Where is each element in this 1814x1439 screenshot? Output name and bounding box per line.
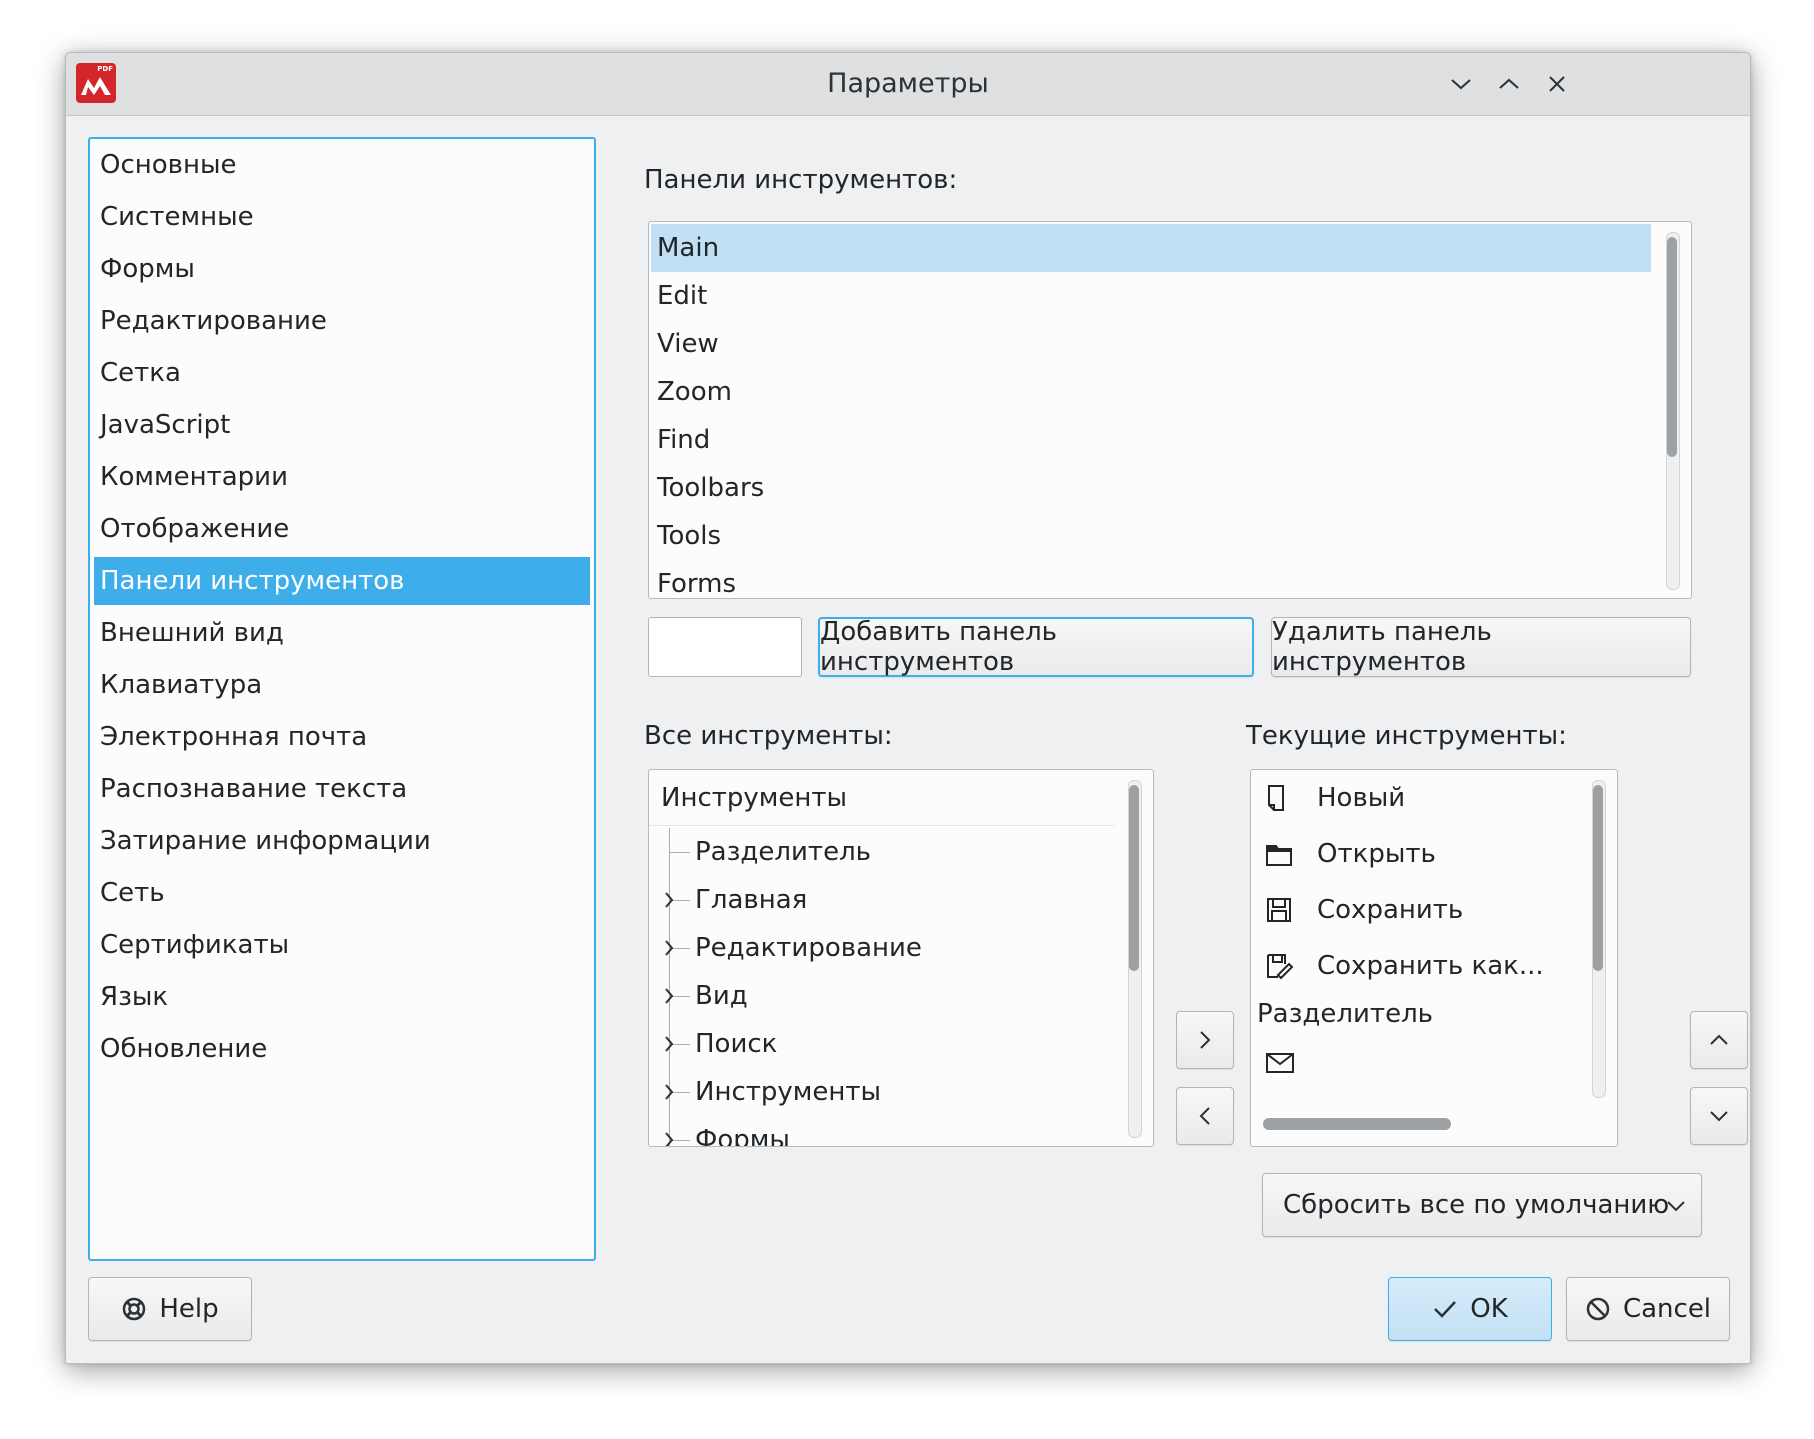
current-tools-list[interactable]: Новый Открыть Сохранить Сохранить как... Раз…: [1250, 769, 1618, 1147]
nav-item[interactable]: Электронная почта: [94, 713, 590, 761]
expand-chevron-icon[interactable]: [663, 1034, 675, 1054]
cancel-button[interactable]: Cancel: [1566, 1277, 1730, 1341]
tree-item[interactable]: Редактирование: [695, 924, 922, 972]
chevron-down-icon: [1667, 1201, 1685, 1212]
close-icon: [1549, 76, 1565, 92]
all-tools-scrollbar[interactable]: [1128, 780, 1142, 1138]
nav-item[interactable]: Комментарии: [94, 453, 590, 501]
new-document-icon: [1265, 784, 1295, 818]
current-tool-item[interactable]: Новый: [1317, 774, 1405, 822]
save-icon: [1265, 896, 1295, 930]
toolbar-list-scroll-thumb[interactable]: [1667, 237, 1677, 457]
checkmark-icon: [1434, 1301, 1457, 1318]
nav-item[interactable]: Сеть: [94, 869, 590, 917]
toolbar-name-input[interactable]: [648, 617, 802, 677]
chevron-right-icon: [1200, 1031, 1211, 1049]
tree-item[interactable]: Вид: [695, 972, 748, 1020]
tree-item[interactable]: Разделитель: [695, 828, 871, 876]
tree-item[interactable]: Формы: [695, 1116, 790, 1146]
toolbar-list-item[interactable]: Edit: [651, 272, 1651, 320]
current-tools-label: Текущие инструменты:: [1246, 721, 1567, 751]
expand-chevron-icon[interactable]: [663, 938, 675, 958]
nav-item[interactable]: Системные: [94, 193, 590, 241]
nav-item[interactable]: Редактирование: [94, 297, 590, 345]
remove-toolbar-button[interactable]: Удалить панель инструментов: [1271, 617, 1691, 677]
move-up-button[interactable]: [1690, 1011, 1748, 1069]
ok-label: OK: [1470, 1294, 1508, 1324]
current-tool-item[interactable]: Сохранить как...: [1317, 942, 1544, 990]
all-tools-tree[interactable]: Инструменты Разделитель Главная Редактиров…: [648, 769, 1154, 1147]
help-label: Help: [159, 1294, 219, 1324]
open-folder-icon: [1265, 840, 1295, 874]
maximize-button[interactable]: [1492, 67, 1526, 101]
tree-branch-line: [670, 852, 690, 853]
toolbar-list-item[interactable]: Zoom: [651, 368, 1651, 416]
add-toolbar-button[interactable]: Добавить панель инструментов: [818, 617, 1254, 677]
current-tools-vscroll-thumb[interactable]: [1593, 785, 1603, 971]
nav-item[interactable]: Сетка: [94, 349, 590, 397]
nav-item[interactable]: Панели инструментов: [94, 557, 590, 605]
toolbar-list-item[interactable]: View: [651, 320, 1651, 368]
nav-item[interactable]: Распознавание текста: [94, 765, 590, 813]
current-tool-item[interactable]: Открыть: [1317, 830, 1436, 878]
nav-item[interactable]: JavaScript: [94, 401, 590, 449]
nav-item[interactable]: Формы: [94, 245, 590, 293]
expand-chevron-icon[interactable]: [663, 890, 675, 910]
reset-defaults-label: Сбросить все по умолчанию: [1283, 1190, 1670, 1220]
tree-item[interactable]: Инструменты: [695, 1068, 881, 1116]
chevron-down-icon: [1710, 1111, 1728, 1122]
nav-item[interactable]: Отображение: [94, 505, 590, 553]
nav-item[interactable]: Клавиатура: [94, 661, 590, 709]
remove-tool-button[interactable]: [1176, 1087, 1234, 1145]
cancel-label: Cancel: [1622, 1294, 1712, 1324]
current-tools-hscroll-track[interactable]: [1251, 1104, 1617, 1146]
nav-item[interactable]: Основные: [94, 141, 590, 189]
chevron-left-icon: [1199, 1107, 1210, 1125]
expand-chevron-icon[interactable]: [663, 1082, 675, 1102]
toolbar-list-item[interactable]: Main: [651, 224, 1651, 272]
toolbars-label: Панели инструментов:: [644, 165, 958, 195]
options-dialog: PDF Параметры Основные Системные Формы Реда…: [65, 52, 1751, 1364]
nav-item[interactable]: Язык: [94, 973, 590, 1021]
toolbar-list[interactable]: Main Edit View Zoom Find Toolbars Tools Forms: [648, 221, 1692, 599]
current-tools-vscrollbar[interactable]: [1592, 780, 1606, 1098]
all-tools-label: Все инструменты:: [644, 721, 893, 751]
toolbar-list-scrollbar[interactable]: [1666, 232, 1680, 590]
move-down-button[interactable]: [1690, 1087, 1748, 1145]
close-button[interactable]: [1540, 67, 1574, 101]
toolbar-list-item[interactable]: Tools: [651, 512, 1651, 560]
toolbar-list-item[interactable]: Forms: [651, 560, 1651, 598]
add-tool-button[interactable]: [1176, 1011, 1234, 1069]
nav-item[interactable]: Обновление: [94, 1025, 590, 1073]
save-as-icon: [1265, 952, 1295, 986]
current-tool-item[interactable]: Сохранить: [1317, 886, 1463, 934]
category-list[interactable]: Основные Системные Формы Редактирование Сетк…: [88, 137, 596, 1261]
all-tools-scroll-thumb[interactable]: [1129, 785, 1139, 971]
toolbar-list-item[interactable]: Find: [651, 416, 1651, 464]
current-tools-hscroll-thumb[interactable]: [1263, 1118, 1451, 1130]
email-icon: [1265, 1048, 1295, 1082]
nav-item[interactable]: Затирание информации: [94, 817, 590, 865]
nav-item[interactable]: Сертификаты: [94, 921, 590, 969]
tree-item[interactable]: Поиск: [695, 1020, 777, 1068]
chevron-up-icon: [1499, 78, 1519, 89]
chevron-down-icon: [1451, 79, 1471, 90]
current-tool-item[interactable]: Разделитель: [1257, 990, 1433, 1038]
help-button[interactable]: Help: [88, 1277, 252, 1341]
cancel-icon: [1586, 1297, 1610, 1321]
chevron-up-icon: [1710, 1034, 1728, 1045]
minimize-button[interactable]: [1444, 67, 1478, 101]
ok-button[interactable]: OK: [1388, 1277, 1552, 1341]
title-bar[interactable]: PDF Параметры: [66, 53, 1750, 116]
toolbar-list-item[interactable]: Toolbars: [651, 464, 1651, 512]
tree-root[interactable]: Инструменты: [649, 770, 1115, 826]
tree-item[interactable]: Главная: [695, 876, 807, 924]
expand-chevron-icon[interactable]: [663, 986, 675, 1006]
nav-item[interactable]: Внешний вид: [94, 609, 590, 657]
help-lifebuoy-icon: [123, 1297, 146, 1321]
expand-chevron-icon[interactable]: [663, 1130, 675, 1147]
reset-defaults-dropdown[interactable]: Сбросить все по умолчанию: [1262, 1173, 1702, 1237]
